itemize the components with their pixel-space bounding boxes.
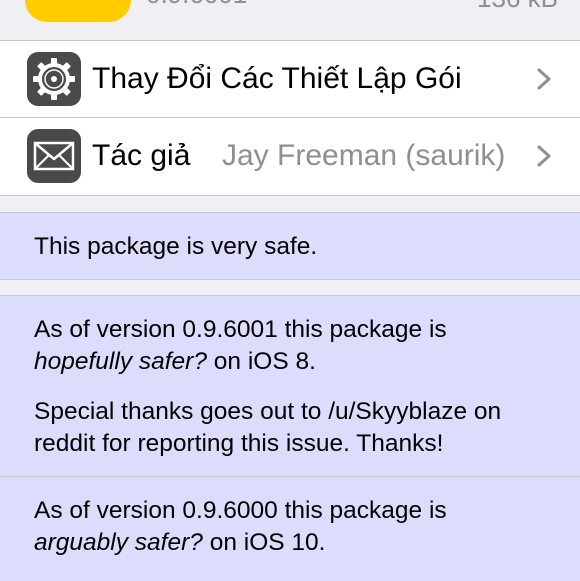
gear-icon	[27, 52, 81, 106]
author-row[interactable]: Tác giả Jay Freeman (saurik)	[0, 118, 580, 194]
version-6000-note: As of version 0.9.6000 this package is a…	[0, 476, 580, 581]
author-name: Jay Freeman (saurik)	[222, 139, 506, 172]
chevron-right-icon	[537, 145, 551, 167]
safety-note-text: This package is very safe.	[34, 233, 318, 260]
package-size: 136 kB	[477, 0, 558, 12]
safety-note: This package is very safe.	[0, 212, 580, 280]
package-header: 0.9.6001 136 kB	[0, 0, 580, 40]
version-6001-line2-rest: on iOS 8.	[206, 348, 316, 375]
version-6001-note: As of version 0.9.6001 this package is h…	[0, 295, 580, 477]
thanks-line2: reddit for reporting this issue. Thanks!	[34, 430, 444, 457]
package-actions-section: Thay Đổi Các Thiết Lập Gói Tác giả Jay F…	[0, 40, 580, 196]
version-6001-line2: hopefully safer? on iOS 8.	[34, 346, 316, 378]
package-version: 0.9.6001	[146, 0, 247, 8]
change-package-settings-row[interactable]: Thay Đổi Các Thiết Lập Gói	[0, 41, 580, 117]
chevron-right-icon	[537, 68, 551, 90]
version-6000-emphasis: arguably safer?	[34, 529, 203, 556]
version-6000-line1: As of version 0.9.6000 this package is	[34, 497, 447, 524]
package-icon	[25, 0, 131, 22]
thanks-line1: Special thanks goes out to /u/Skyyblaze …	[34, 398, 502, 425]
envelope-icon	[27, 129, 81, 183]
version-6001-emphasis: hopefully safer?	[34, 348, 207, 375]
version-6001-line1: As of version 0.9.6001 this package is	[34, 316, 447, 343]
version-6000-line2: arguably safer? on iOS 10.	[34, 527, 325, 559]
author-label: Tác giả	[92, 139, 191, 172]
change-package-settings-label: Thay Đổi Các Thiết Lập Gói	[92, 62, 462, 95]
version-6000-line2-rest: on iOS 10.	[202, 529, 326, 556]
